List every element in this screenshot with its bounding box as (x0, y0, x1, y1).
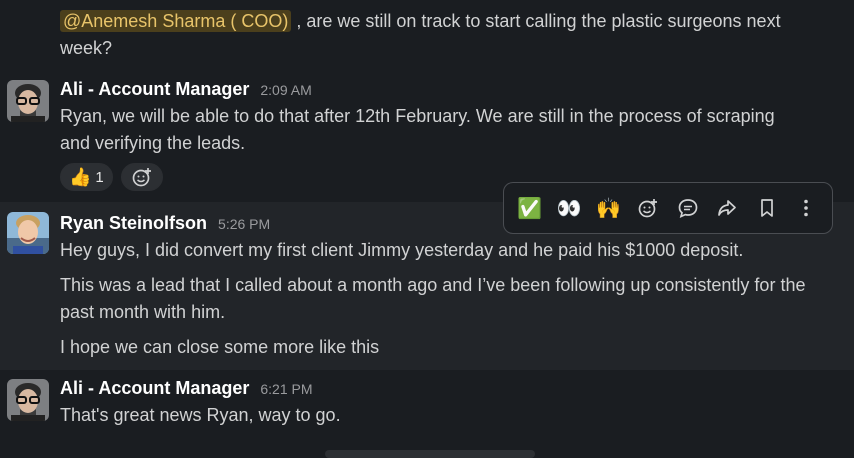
message-ali-2: Ali - Account Manager 6:21 PM That's gre… (0, 375, 854, 429)
message-paragraph: Hey guys, I did convert my first client … (60, 240, 744, 260)
message-paragraph: I hope we can close some more like this (60, 337, 380, 357)
message-text-line: Ryan, we will be able to do that after 1… (60, 106, 775, 126)
avatar[interactable] (7, 379, 49, 421)
message-text-line: That's great news Ryan, way to go. (60, 405, 341, 425)
check-mark-emoji: ✅ (517, 197, 543, 220)
reaction-thumbs-up[interactable]: 👍 1 (60, 163, 113, 191)
reaction-count: 1 (95, 168, 104, 186)
add-reaction-icon (132, 168, 151, 187)
message-text-line: and verifying the leads. (60, 133, 246, 153)
sender-name[interactable]: Ryan Steinolfson (60, 213, 207, 233)
thumbs-up-emoji: 👍 (69, 166, 92, 187)
message-text-line: week? (60, 38, 113, 58)
message-text: @Anemesh Sharma ( COO) , are we still on… (60, 8, 854, 35)
user-mention[interactable]: @Anemesh Sharma ( COO) (60, 10, 292, 32)
timestamp[interactable]: 5:26 PM (218, 216, 270, 232)
message-continuation: @Anemesh Sharma ( COO) , are we still on… (0, 8, 854, 62)
share-message-button[interactable] (711, 192, 743, 224)
message-actions-toolbar: ✅ 👀 🙌 (503, 182, 833, 234)
sender-name[interactable]: Ali - Account Manager (60, 378, 249, 398)
react-eyes-button[interactable]: 👀 (553, 192, 585, 224)
react-check-mark-button[interactable]: ✅ (514, 192, 546, 224)
eyes-emoji: 👀 (556, 197, 582, 220)
message-header: Ali - Account Manager 6:21 PM (60, 375, 854, 402)
sender-name[interactable]: Ali - Account Manager (60, 79, 249, 99)
reply-in-thread-button[interactable] (672, 192, 704, 224)
timestamp[interactable]: 6:21 PM (260, 381, 312, 397)
timestamp[interactable]: 2:09 AM (260, 82, 311, 98)
save-for-later-button[interactable] (751, 192, 783, 224)
message-text-part: , are we still on track to start calling… (291, 11, 781, 31)
message-text-line: This was a lead that I called about a mo… (60, 275, 806, 295)
add-reaction-button[interactable] (632, 192, 664, 224)
message-ali-1: Ali - Account Manager 2:09 AM Ryan, we w… (0, 76, 854, 191)
avatar[interactable] (7, 80, 49, 122)
add-reaction-button[interactable] (120, 163, 163, 191)
raised-hands-emoji: 🙌 (596, 197, 622, 220)
message-text-line: past month with him. (60, 302, 226, 322)
share-forward-icon (718, 200, 737, 216)
add-reaction-icon (638, 199, 658, 218)
message-paragraph: This was a lead that I called about a mo… (60, 272, 854, 326)
reply-thread-icon (678, 199, 698, 219)
react-raised-hands-button[interactable]: 🙌 (593, 192, 625, 224)
bookmark-icon (760, 199, 773, 217)
avatar[interactable] (7, 212, 49, 254)
message-header: Ali - Account Manager 2:09 AM (60, 76, 854, 103)
more-actions-icon (804, 199, 809, 217)
more-actions-button[interactable] (790, 192, 822, 224)
composer-top-edge (325, 450, 535, 458)
